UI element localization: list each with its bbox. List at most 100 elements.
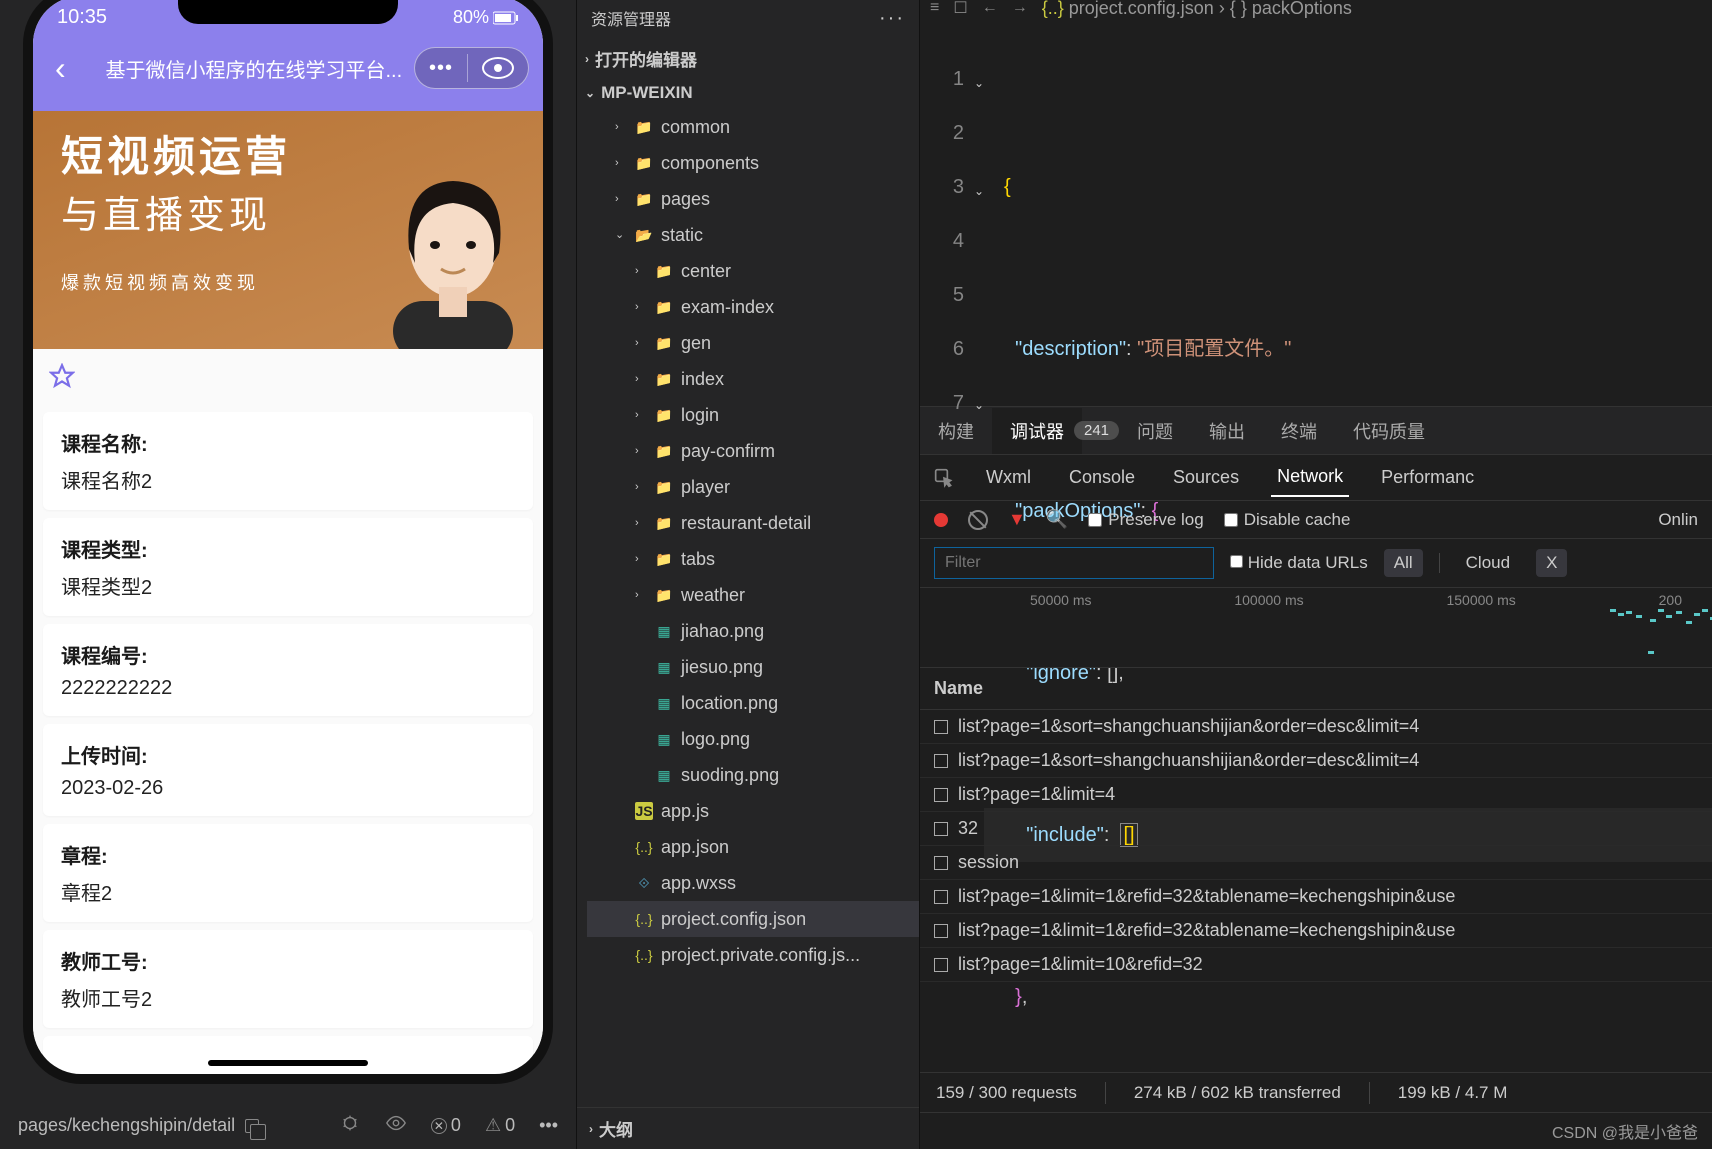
network-toolbar: ▼ 🔍 Preserve log Disable cache Onlin [920,501,1712,539]
network-row[interactable]: list?page=1&limit=1&refid=32&tablename=k… [920,914,1712,948]
hide-data-urls-checkbox[interactable]: Hide data URLs [1230,553,1368,573]
filter-cloud[interactable]: Cloud [1456,549,1520,577]
file-project-config-json[interactable]: {..}project.config.json [587,901,919,937]
status-transferred: 274 kB / 602 kB transferred [1134,1083,1341,1103]
file-tree: ›📁common ›📁components ›📁pages ⌄📂static ›… [577,109,919,973]
tab-problems[interactable]: 问题 [1119,408,1191,454]
preserve-log-checkbox[interactable]: Preserve log [1088,510,1203,530]
folder-tabs[interactable]: ›📁tabs [587,541,919,577]
info-item: 课程类型:课程类型2 [43,518,533,616]
course-info-list[interactable]: 课程名称:课程名称2 课程类型:课程类型2 课程编号:2222222222 上传… [33,404,543,1054]
eye-icon[interactable] [385,1112,407,1139]
capsule-more-icon[interactable]: ••• [415,51,467,86]
error-count[interactable]: ✕0 [431,1115,461,1136]
network-row[interactable]: session [920,846,1712,880]
devtools-main-tabs: 构建 调试器 241 问题 输出 终端 代码质量 [920,407,1712,455]
forward-arrow-icon[interactable]: → [1012,0,1028,17]
status-battery: 80% [453,7,519,28]
file-suoding-png[interactable]: ▦suoding.png [587,757,919,793]
file-app-wxss[interactable]: ⟐app.wxss [587,865,919,901]
folder-static[interactable]: ⌄📂static [587,217,919,253]
network-timeline[interactable]: 50000 ms 100000 ms 150000 ms 200 [920,588,1712,668]
phone-simulator: 10:35 80% ‹ 基于微信小程序的在线学习平台... ••• 短视频运营 … [33,0,543,1074]
info-item: 章程:章程2 [43,824,533,922]
network-row[interactable]: list?page=1&limit=1&refid=32&tablename=k… [920,880,1712,914]
tab-terminal[interactable]: 终端 [1263,408,1335,454]
subtab-network[interactable]: Network [1271,458,1349,497]
file-jiesuo-png[interactable]: ▦jiesuo.png [587,649,919,685]
subtab-console[interactable]: Console [1063,459,1141,496]
network-status-bar: 159 / 300 requests 274 kB / 602 kB trans… [920,1072,1712,1112]
folder-pages[interactable]: ›📁pages [587,181,919,217]
search-icon[interactable]: 🔍 [1046,509,1068,530]
back-button[interactable]: ‹ [47,50,74,87]
clear-icon[interactable] [968,510,988,530]
file-location-png[interactable]: ▦location.png [587,685,919,721]
tab-debugger[interactable]: 调试器 [992,408,1082,454]
inspect-icon[interactable] [934,468,954,488]
code-content[interactable]: { "description": "项目配置文件。" "packOptions"… [984,16,1712,406]
warning-count[interactable]: ⚠0 [485,1115,515,1136]
subtab-performance[interactable]: Performanc [1375,459,1480,496]
tab-output[interactable]: 输出 [1191,408,1263,454]
outline-section[interactable]: ›大纲 [577,1107,919,1149]
star-icon[interactable] [49,363,75,389]
folder-player[interactable]: ›📁player [587,469,919,505]
file-jiahao-png[interactable]: ▦jiahao.png [587,613,919,649]
folder-common[interactable]: ›📁common [587,109,919,145]
filter-icon[interactable]: ▼ [1008,509,1026,530]
info-item: 教师姓名:教师姓名2 [43,1036,533,1054]
network-row[interactable]: list?page=1&sort=shangchuanshijian&order… [920,744,1712,778]
info-item: 课程编号:2222222222 [43,624,533,716]
subtab-sources[interactable]: Sources [1167,459,1245,496]
filter-input[interactable] [934,547,1214,579]
watermark: CSDN @我是小爸爸 [920,1112,1712,1149]
network-row[interactable]: list?page=1&limit=4 [920,778,1712,812]
capsule-menu[interactable]: ••• [414,47,529,89]
code-editor[interactable]: 1 2 3 4 5 6 7 ⌄ ⌄ ⌄ { "description": "项目… [920,16,1712,406]
info-item: 教师工号:教师工号2 [43,930,533,1028]
page-path: pages/kechengshipin/detail [18,1115,235,1136]
file-app-js[interactable]: JSapp.js [587,793,919,829]
project-section[interactable]: ⌄MP-WEIXIN [577,77,919,109]
back-arrow-icon[interactable]: ← [982,0,998,17]
network-filter-row: Hide data URLs All Cloud X [920,539,1712,588]
network-row[interactable]: list?page=1&limit=10&refid=32 [920,948,1712,982]
more-icon[interactable]: ••• [539,1115,558,1136]
folder-index[interactable]: ›📁index [587,361,919,397]
file-project-private-config[interactable]: {..}project.private.config.js... [587,937,919,973]
filter-x[interactable]: X [1536,549,1567,577]
disable-cache-checkbox[interactable]: Disable cache [1224,510,1351,530]
filter-all[interactable]: All [1384,549,1423,577]
network-request-list: list?page=1&sort=shangchuanshijian&order… [920,710,1712,1072]
bug-icon[interactable] [339,1112,361,1139]
file-logo-png[interactable]: ▦logo.png [587,721,919,757]
tab-quality[interactable]: 代码质量 [1335,408,1443,454]
online-status[interactable]: Onlin [1658,510,1698,530]
folder-restaurant-detail[interactable]: ›📁restaurant-detail [587,505,919,541]
folder-gen[interactable]: ›📁gen [587,325,919,361]
folder-components[interactable]: ›📁components [587,145,919,181]
record-icon[interactable] [934,513,948,527]
status-time: 10:35 [57,6,107,29]
network-row[interactable]: 32 [920,812,1712,846]
subtab-wxml[interactable]: Wxml [980,459,1037,496]
copy-icon[interactable] [245,1119,259,1133]
network-row[interactable]: list?page=1&sort=shangchuanshijian&order… [920,710,1712,744]
devtools-sub-tabs: Wxml Console Sources Network Performanc [920,455,1712,501]
capsule-close-icon[interactable] [482,57,514,79]
explorer-more-icon[interactable]: ··· [879,7,905,30]
file-app-json[interactable]: {..}app.json [587,829,919,865]
editor-icon[interactable]: ≡ [930,0,939,17]
folder-login[interactable]: ›📁login [587,397,919,433]
open-editors-section[interactable]: ›打开的编辑器 [577,40,919,77]
explorer-title: 资源管理器 [591,6,671,30]
favorite-row[interactable] [33,349,543,404]
folder-center[interactable]: ›📁center [587,253,919,289]
folder-exam-index[interactable]: ›📁exam-index [587,289,919,325]
app-title: 基于微信小程序的在线学习平台... [74,54,414,83]
folder-weather[interactable]: ›📁weather [587,577,919,613]
network-name-header[interactable]: Name [920,668,1712,710]
folder-pay-confirm[interactable]: ›📁pay-confirm [587,433,919,469]
banner-person-image [353,153,543,349]
